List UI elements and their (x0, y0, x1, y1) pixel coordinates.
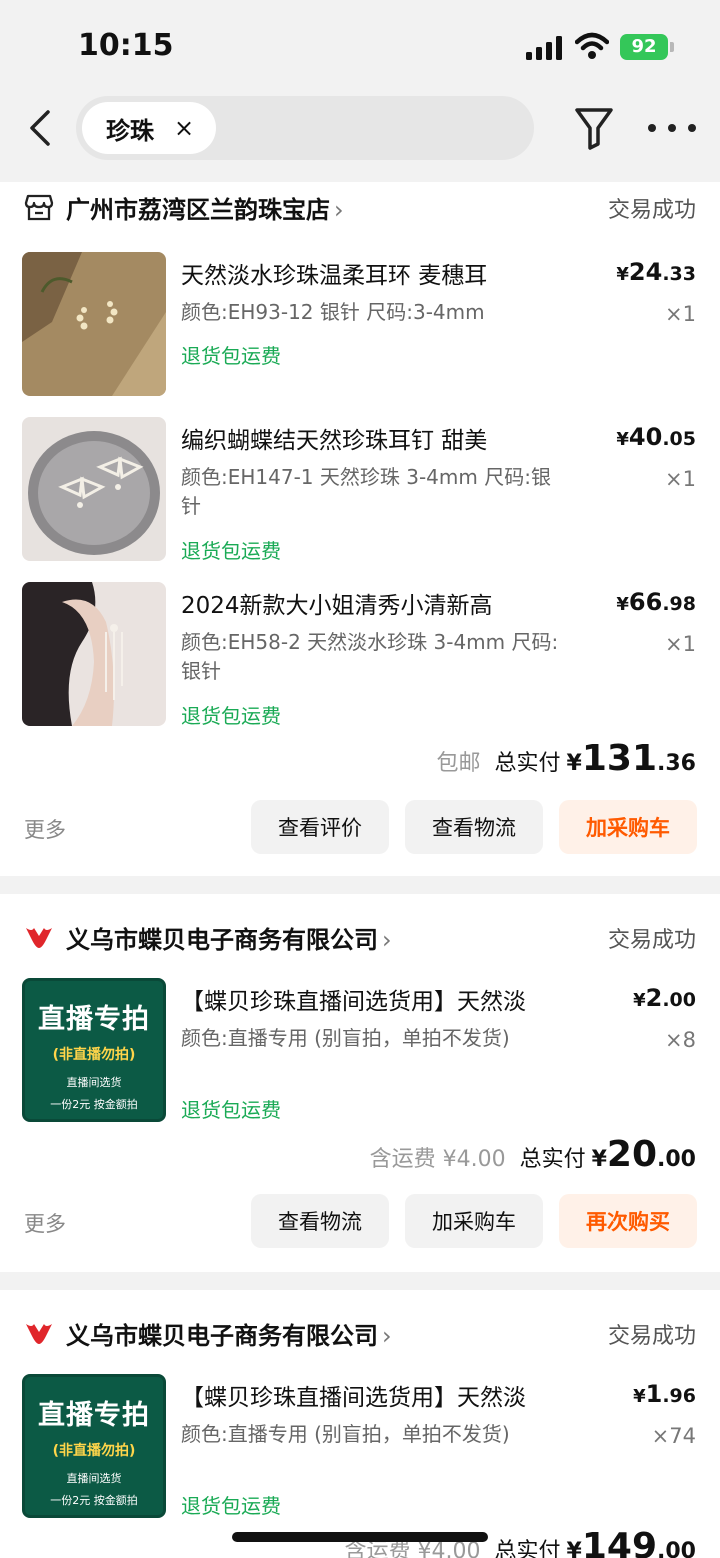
add-to-purchase-cart-button[interactable]: 加采购车 (559, 800, 697, 854)
total-label: 总实付 (494, 1539, 561, 1558)
total-label: 总实付 (519, 1147, 586, 1172)
order-status: 交易成功 (607, 928, 696, 953)
order-card: 广州市荔湾区兰韵珠宝店 › 交易成功 天然淡水珍珠温柔耳环 麦穗耳 颜色:EH93… (0, 182, 720, 876)
more-link[interactable]: 更多 (24, 1208, 66, 1238)
view-logistics-button[interactable]: 查看物流 (251, 1194, 389, 1248)
battery-icon: 92 (620, 34, 668, 60)
total-amount: 149 (581, 1526, 658, 1558)
order-card: 义乌市蝶贝电子商务有限公司 › 交易成功 直播专拍 (非直播勿拍) 直播间选货 一… (0, 1290, 720, 1558)
product-quantity: ×1 (665, 632, 696, 656)
product-title: 2024新款大小姐清秀小清新高 (181, 593, 493, 619)
order-item[interactable]: 直播专拍 (非直播勿拍) 直播间选货 一份2元 按金额拍 【蝶贝珍珠直播间选货用… (0, 978, 720, 1128)
shop-name: 义乌市蝶贝电子商务有限公司 (66, 1322, 378, 1350)
product-price: ¥66.98 (616, 588, 696, 616)
search-chip-label: 珍珠 (106, 116, 154, 145)
home-indicator[interactable] (232, 1532, 488, 1542)
product-quantity: ×74 (651, 1424, 696, 1448)
product-quantity: ×1 (665, 302, 696, 326)
status-bar: 10:15 92 (0, 0, 720, 90)
return-shipping-tag: 退货包运费 (181, 1494, 281, 1518)
product-quantity: ×8 (665, 1028, 696, 1052)
product-spec: 颜色:直播专用 (别盲拍，单拍不发货) (181, 1026, 510, 1050)
back-arrow-icon[interactable] (22, 108, 62, 148)
live-badge-thumbnail[interactable]: 直播专拍 (非直播勿拍) 直播间选货 一份2元 按金额拍 (22, 1374, 166, 1518)
order-item[interactable]: 直播专拍 (非直播勿拍) 直播间选货 一份2元 按金额拍 【蝶贝珍珠直播间选货用… (0, 1374, 720, 1524)
order-actions: 更多 查看物流 加采购车 再次购买 (0, 1194, 720, 1250)
product-price: ¥1.96 (633, 1380, 696, 1408)
total-amount: 131 (581, 738, 658, 779)
shipping-note: 包邮 (436, 751, 481, 776)
product-price: ¥40.05 (616, 423, 696, 451)
close-icon[interactable]: × (174, 114, 194, 142)
status-time: 10:15 (78, 28, 174, 63)
product-spec: 颜色:EH147-1 天然珍珠 3-4mm 尺码:银针 (181, 465, 551, 518)
order-item[interactable]: 2024新款大小姐清秀小清新高 颜色:EH58-2 天然淡水珍珠 3-4mm 尺… (0, 582, 720, 732)
buy-again-button[interactable]: 再次购买 (559, 1194, 697, 1248)
battery-tip (670, 42, 674, 52)
chevron-right-icon: › (334, 196, 344, 224)
product-title: 【蝶贝珍珠直播间选货用】天然淡 (181, 989, 526, 1015)
product-image (22, 252, 166, 396)
order-card: 义乌市蝶贝电子商务有限公司 › 交易成功 直播专拍 (非直播勿拍) 直播间选货 一… (0, 894, 720, 1272)
shop-header[interactable]: 义乌市蝶贝电子商务有限公司 › 交易成功 (0, 1308, 720, 1358)
total-amount: 20 (606, 1134, 658, 1175)
shop-logo-icon (26, 1324, 52, 1344)
cellular-signal-icon (526, 36, 562, 60)
product-image (22, 417, 166, 561)
product-quantity: ×1 (665, 467, 696, 491)
order-status: 交易成功 (607, 198, 696, 223)
total-label: 总实付 (494, 751, 561, 776)
add-to-purchase-cart-button[interactable]: 加采购车 (405, 1194, 543, 1248)
search-chip[interactable]: 珍珠 × (82, 102, 216, 154)
wifi-icon (575, 32, 609, 59)
more-link[interactable]: 更多 (24, 814, 66, 844)
order-item[interactable]: 编织蝴蝶结天然珍珠耳钉 甜美 颜色:EH147-1 天然珍珠 3-4mm 尺码:… (0, 417, 720, 567)
filter-icon[interactable] (574, 106, 614, 150)
store-icon (24, 194, 54, 221)
shop-logo-icon (26, 928, 52, 948)
product-price: ¥2.00 (633, 984, 696, 1012)
product-spec: 颜色:直播专用 (别盲拍，单拍不发货) (181, 1422, 510, 1446)
order-total: 包邮 总实付 ¥ 131 .36 (436, 738, 696, 779)
shop-name: 广州市荔湾区兰韵珠宝店 (66, 196, 330, 224)
order-total: 含运费 ¥4.00 总实付 ¥ 149 .00 (345, 1526, 696, 1558)
product-thumbnail[interactable] (22, 252, 166, 396)
order-actions: 更多 查看评价 查看物流 加采购车 (0, 800, 720, 856)
product-title: 天然淡水珍珠温柔耳环 麦穗耳 (181, 263, 488, 289)
order-item[interactable]: 天然淡水珍珠温柔耳环 麦穗耳 颜色:EH93-12 银针 尺码:3-4mm 退货… (0, 252, 720, 402)
product-spec: 颜色:EH58-2 天然淡水珍珠 3-4mm 尺码:银针 (181, 630, 559, 683)
product-title: 编织蝴蝶结天然珍珠耳钉 甜美 (181, 428, 488, 454)
view-review-button[interactable]: 查看评价 (251, 800, 389, 854)
search-header: 珍珠 × (0, 90, 720, 182)
shop-name: 义乌市蝶贝电子商务有限公司 (66, 926, 378, 954)
return-shipping-tag: 退货包运费 (181, 539, 281, 563)
return-shipping-tag: 退货包运费 (181, 704, 281, 728)
order-status: 交易成功 (607, 1324, 696, 1349)
view-logistics-button[interactable]: 查看物流 (405, 800, 543, 854)
product-image (22, 582, 166, 726)
order-total: 含运费 ¥4.00 总实付 ¥ 20 .00 (369, 1134, 696, 1175)
product-thumbnail[interactable] (22, 582, 166, 726)
search-input[interactable]: 珍珠 × (76, 96, 534, 160)
return-shipping-tag: 退货包运费 (181, 344, 281, 368)
product-price: ¥24.33 (616, 258, 696, 286)
chevron-right-icon: › (382, 1322, 392, 1350)
chevron-right-icon: › (382, 926, 392, 954)
return-shipping-tag: 退货包运费 (181, 1098, 281, 1122)
shop-header[interactable]: 义乌市蝶贝电子商务有限公司 › 交易成功 (0, 912, 720, 962)
shipping-note: 含运费 ¥4.00 (369, 1147, 506, 1172)
live-badge-thumbnail[interactable]: 直播专拍 (非直播勿拍) 直播间选货 一份2元 按金额拍 (22, 978, 166, 1122)
product-title: 【蝶贝珍珠直播间选货用】天然淡 (181, 1385, 526, 1411)
dot-icon (648, 124, 656, 132)
more-options-button[interactable] (648, 118, 696, 138)
dot-icon (668, 124, 676, 132)
product-spec: 颜色:EH93-12 银针 尺码:3-4mm (181, 300, 485, 324)
product-thumbnail[interactable] (22, 417, 166, 561)
shop-header[interactable]: 广州市荔湾区兰韵珠宝店 › 交易成功 (0, 182, 720, 232)
dot-icon (688, 124, 696, 132)
